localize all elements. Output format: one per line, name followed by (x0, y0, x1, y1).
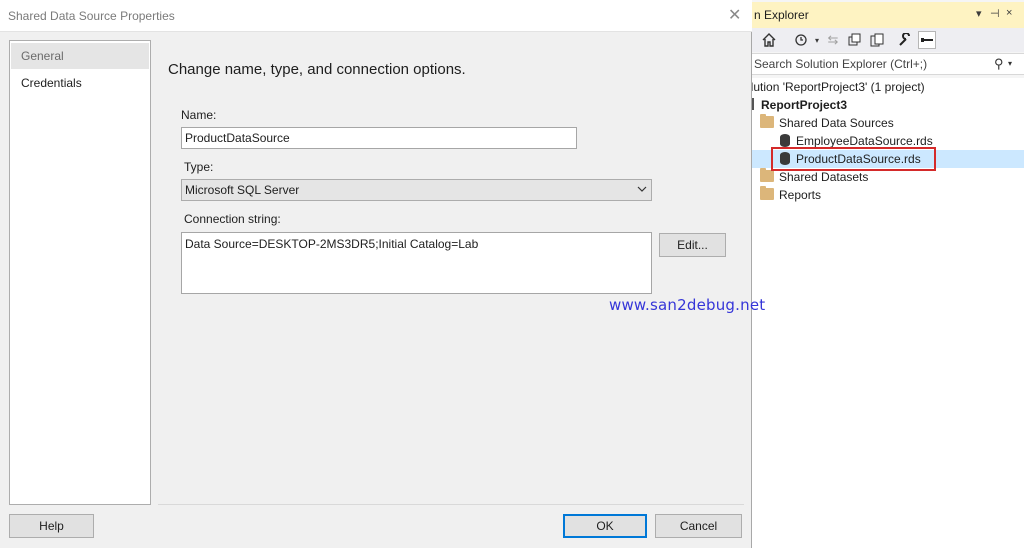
page-heading: Change name, type, and connection option… (168, 61, 466, 78)
help-button[interactable]: Help (9, 514, 94, 538)
connection-string-label: Connection string: (184, 212, 281, 226)
nav-item-general[interactable]: General (11, 43, 149, 69)
general-page: Change name, type, and connection option… (158, 40, 744, 505)
tree-item-label: ReportProject3 (761, 98, 848, 112)
folder-icon (760, 168, 774, 182)
sync-icon[interactable]: ⇆ (824, 31, 842, 49)
solution-explorer-search-input[interactable]: Search Solution Explorer (Ctrl+;) ⚲ ▾ (740, 53, 1024, 75)
close-icon[interactable]: ✕ (728, 5, 741, 25)
watermark-text: www.san2debug.net (609, 296, 766, 314)
solution-explorer-title: n Explorer (754, 8, 809, 22)
ok-button[interactable]: OK (563, 514, 647, 538)
properties-wrench-icon[interactable] (896, 31, 914, 49)
home-icon[interactable] (760, 31, 778, 49)
tree-item-project[interactable]: ReportProject3 (740, 96, 1024, 114)
edit-button[interactable]: Edit... (659, 233, 726, 257)
annotation-highlight-box (771, 147, 936, 171)
dialog-nav-list: General Credentials (9, 40, 151, 505)
tree-item-shared-data-sources[interactable]: Shared Data Sources (740, 114, 1024, 132)
chevron-down-icon (637, 183, 647, 193)
type-select[interactable]: Microsoft SQL Server (181, 179, 652, 201)
tree-item-label: Reports (779, 188, 822, 202)
dialog-titlebar: Shared Data Source Properties ✕ (0, 0, 752, 32)
show-all-files-icon[interactable] (868, 31, 886, 49)
tree-item-label: Shared Data Sources (779, 116, 894, 130)
window-position-dropdown-icon[interactable]: ▾ (976, 7, 982, 20)
type-label: Type: (184, 160, 214, 174)
name-label: Name: (181, 108, 217, 122)
cancel-button[interactable]: Cancel (655, 514, 742, 538)
nav-item-credentials[interactable]: Credentials (11, 70, 149, 96)
shared-data-source-properties-dialog: Shared Data Source Properties ✕ General … (0, 0, 752, 548)
solution-explorer-panel: n Explorer ▾ ⊣ × ▾ ⇆ Search Solution Exp… (740, 0, 1024, 548)
name-input[interactable]: ProductDataSource (181, 127, 577, 149)
solution-explorer-titlebar: n Explorer ▾ ⊣ × (740, 2, 1024, 28)
tree-item-reports[interactable]: Reports (740, 186, 1024, 204)
footer-divider (158, 504, 744, 505)
pin-icon[interactable]: ⊣ (990, 7, 1000, 20)
tree-item-solution[interactable]: olution 'ReportProject3' (1 project) (740, 78, 1024, 96)
search-icon[interactable]: ⚲ (994, 56, 1004, 72)
solution-explorer-toolbar: ▾ ⇆ (740, 28, 1024, 52)
search-placeholder: Search Solution Explorer (Ctrl+;) (754, 57, 928, 71)
close-panel-icon[interactable]: × (1006, 7, 1012, 19)
type-select-value: Microsoft SQL Server (185, 183, 300, 197)
search-options-chevron-icon[interactable]: ▾ (1008, 59, 1012, 68)
collapse-all-icon[interactable] (846, 31, 864, 49)
dialog-title: Shared Data Source Properties (8, 9, 175, 23)
tree-item-label: olution 'ReportProject3' (1 project) (744, 80, 925, 94)
folder-icon (760, 114, 774, 128)
connection-string-textarea[interactable]: Data Source=DESKTOP-2MS3DR5;Initial Cata… (181, 232, 652, 294)
preview-selected-icon[interactable] (918, 31, 936, 49)
datasource-icon (780, 134, 790, 147)
folder-icon (760, 186, 774, 200)
